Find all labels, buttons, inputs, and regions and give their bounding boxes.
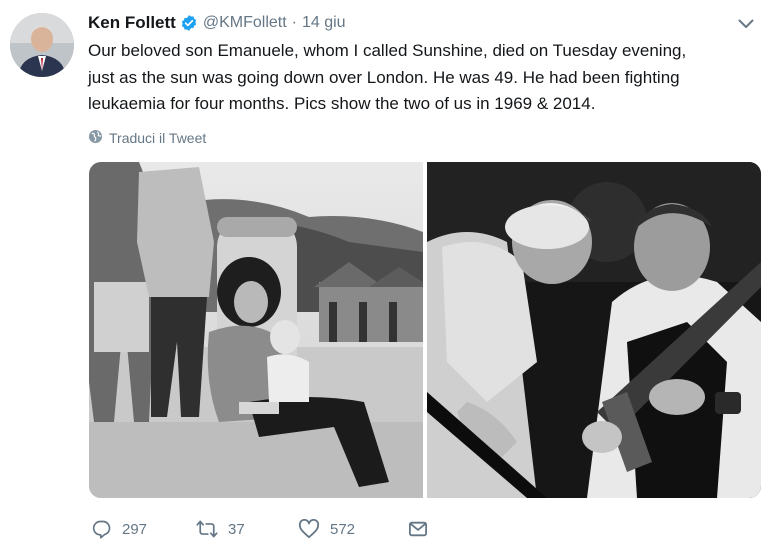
tweet-text-line: leukaemia for four months. Pics show the… [88, 94, 596, 113]
reply-icon [92, 519, 112, 539]
photo-2014[interactable] [427, 162, 761, 498]
reply-count: 297 [122, 520, 148, 538]
author-name[interactable]: Ken Follett [88, 13, 176, 33]
direct-message-button[interactable] [408, 520, 438, 538]
tweet-timestamp[interactable]: 14 giu [302, 14, 346, 32]
translate-label: Traduci il Tweet [109, 130, 207, 146]
tweet-actions: 297 37 572 [88, 514, 438, 544]
separator-dot: · [291, 14, 297, 31]
like-count: 572 [330, 520, 356, 538]
envelope-icon [408, 520, 428, 538]
retweet-icon [196, 519, 218, 539]
like-button[interactable]: 572 [298, 519, 408, 539]
tweet-header: Ken Follett @KMFollett · 14 giu [88, 10, 346, 36]
avatar[interactable] [10, 13, 74, 77]
verified-badge-icon [180, 14, 198, 32]
translate-tweet-link[interactable]: Traduci il Tweet [88, 128, 206, 148]
tweet-text: Our beloved son Emanuele, whom I called … [88, 38, 758, 118]
globe-icon [88, 129, 103, 147]
photo-1969[interactable] [89, 162, 423, 498]
heart-icon [298, 519, 320, 539]
author-handle[interactable]: @KMFollett [203, 14, 287, 32]
tweet-text-line: Our beloved son Emanuele, whom I called … [88, 41, 687, 60]
chevron-down-icon[interactable] [736, 14, 756, 34]
tweet-card: Ken Follett @KMFollett · 14 giu Our belo… [0, 0, 770, 553]
retweet-count: 37 [228, 520, 245, 538]
tweet-text-line: just as the sun was going down over Lond… [88, 67, 680, 87]
reply-button[interactable]: 297 [88, 519, 196, 539]
tweet-media [89, 162, 761, 498]
retweet-button[interactable]: 37 [196, 519, 298, 539]
